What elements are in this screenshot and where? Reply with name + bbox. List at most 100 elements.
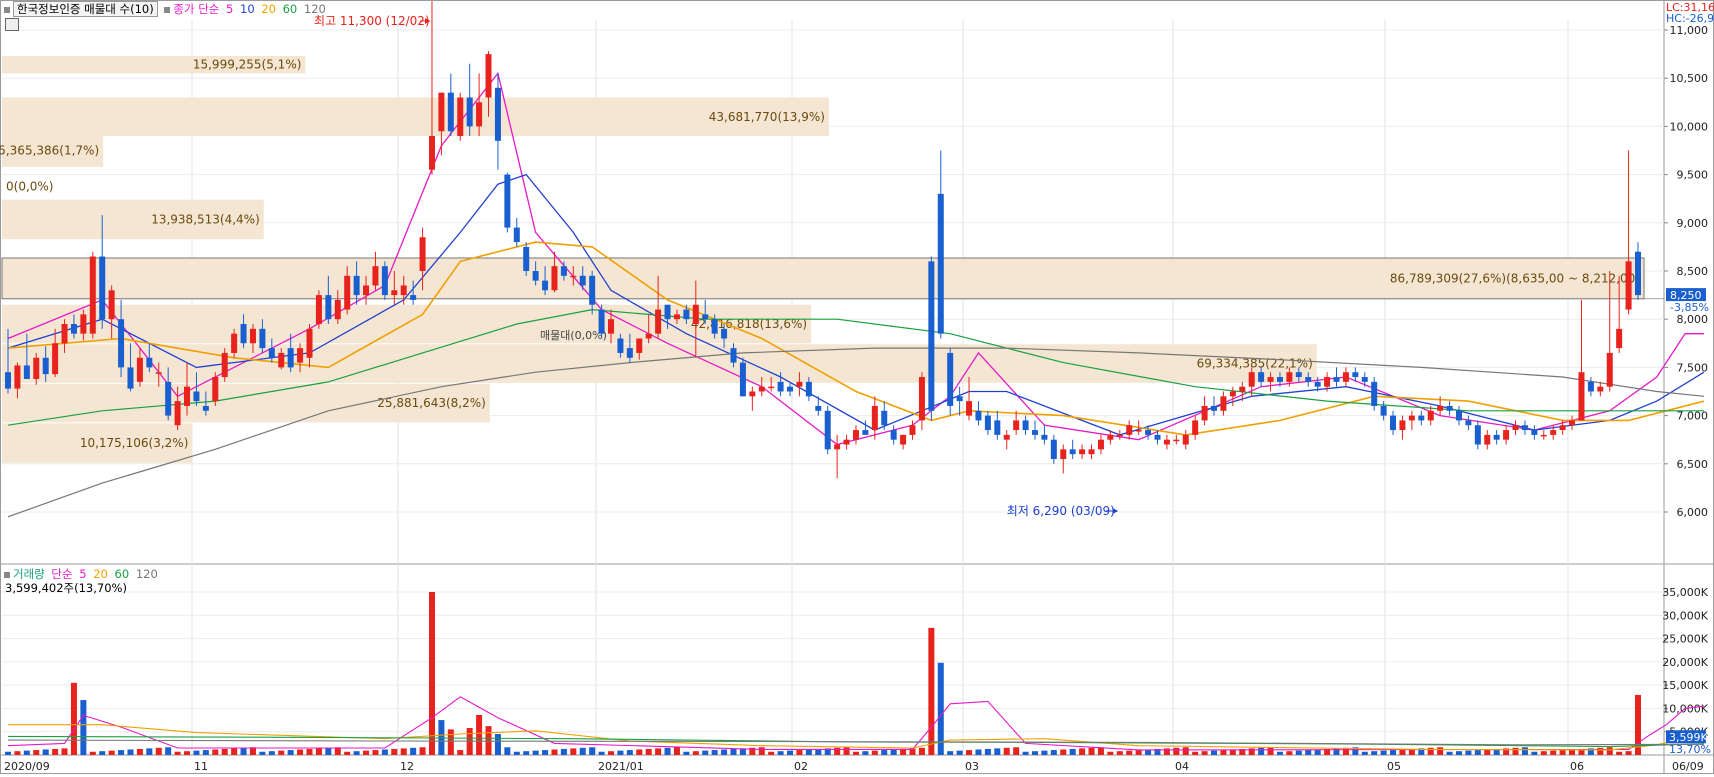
candle-body bbox=[608, 319, 615, 334]
volume-bar bbox=[617, 750, 624, 755]
candle-body bbox=[1324, 377, 1331, 387]
candle-body bbox=[155, 372, 162, 374]
volume-bar bbox=[994, 748, 1001, 755]
candle-body bbox=[711, 319, 718, 334]
volume-profile-label: 0(0,0%) bbox=[6, 180, 53, 194]
grid-toggle-icon[interactable] bbox=[5, 18, 19, 31]
candle-body bbox=[513, 227, 520, 243]
low-annotation: 최저 6,290 (03/09) bbox=[1007, 504, 1115, 518]
volume-bar bbox=[966, 750, 973, 755]
legend-ma20: 20 bbox=[261, 2, 276, 16]
candle-body bbox=[824, 410, 831, 450]
candle-body bbox=[852, 430, 859, 440]
volume-bar bbox=[1521, 747, 1528, 755]
volume-bar bbox=[1305, 750, 1312, 755]
volume-bar bbox=[297, 749, 304, 755]
candle-body bbox=[33, 357, 40, 379]
volume-bar bbox=[447, 729, 454, 755]
legend-ma120: 120 bbox=[303, 2, 326, 16]
volume-bar bbox=[692, 751, 699, 755]
volume-bar bbox=[805, 749, 812, 755]
candle-body bbox=[344, 275, 351, 310]
candle-body bbox=[664, 304, 671, 320]
candle-body bbox=[570, 275, 577, 278]
candle-body bbox=[1616, 328, 1623, 349]
volume-bar bbox=[146, 748, 153, 755]
low-arrow-head bbox=[1112, 508, 1118, 514]
volume-bar bbox=[259, 751, 266, 755]
candle-body bbox=[1597, 386, 1604, 392]
candle-body bbox=[947, 352, 954, 406]
candle-body bbox=[1192, 420, 1199, 435]
candle-body bbox=[1173, 439, 1180, 442]
candle-body bbox=[1559, 425, 1566, 431]
y-tick-label: 9,500 bbox=[1677, 169, 1709, 182]
vol-tick-label: 35,000K bbox=[1662, 586, 1708, 599]
volume-bar bbox=[410, 747, 417, 755]
volume-bar bbox=[118, 750, 125, 755]
candle-body bbox=[579, 275, 586, 286]
candle-body bbox=[1333, 377, 1340, 382]
candle-body bbox=[862, 430, 869, 435]
volume-bar bbox=[1050, 750, 1057, 755]
volume-bar bbox=[1314, 749, 1321, 755]
volume-bar bbox=[202, 750, 209, 755]
candle-body bbox=[768, 386, 775, 389]
candle-body bbox=[485, 54, 492, 98]
volume-bar bbox=[61, 748, 68, 755]
y-tick-label: 9,000 bbox=[1677, 217, 1709, 230]
volume-badge-pct: 13,70% bbox=[1669, 743, 1711, 756]
volume-label[interactable]: 거래량 bbox=[13, 567, 45, 581]
candle-body bbox=[353, 275, 360, 296]
candle-body bbox=[1267, 377, 1274, 382]
volume-bar bbox=[212, 749, 219, 755]
candle-body bbox=[1587, 381, 1594, 392]
volume-bar bbox=[1625, 751, 1632, 755]
legend-ma5: 5 bbox=[226, 2, 234, 16]
volume-bar bbox=[626, 750, 633, 755]
volume-bar bbox=[457, 750, 464, 755]
candle-body bbox=[221, 352, 228, 378]
candle-body bbox=[881, 410, 888, 426]
candle-body bbox=[900, 434, 907, 445]
volume-bar bbox=[23, 750, 30, 755]
candle-body bbox=[1079, 449, 1086, 455]
candle-body bbox=[1390, 415, 1397, 431]
volume-ma-label[interactable]: 단순 bbox=[51, 567, 72, 581]
stock-title[interactable]: 한국정보인증 매물대 수(10) bbox=[13, 1, 158, 17]
x-tick-label: 2020/09 bbox=[4, 760, 50, 773]
candle-body bbox=[363, 285, 370, 296]
volume-bar bbox=[1286, 751, 1293, 755]
candle-body bbox=[108, 290, 115, 320]
candle-body bbox=[278, 352, 285, 368]
y-tick-label: 8,500 bbox=[1677, 265, 1709, 278]
volume-current: 3,599,402주(13,70%) bbox=[5, 581, 127, 595]
candle-body bbox=[1550, 430, 1557, 435]
high-annotation: 최고 11,300 (12/02) bbox=[314, 14, 430, 28]
volume-bar bbox=[1211, 750, 1218, 755]
volume-bar bbox=[1126, 750, 1133, 755]
candle-body bbox=[23, 365, 30, 379]
volume-bar bbox=[673, 747, 680, 755]
candle-body bbox=[494, 87, 501, 141]
candle-body bbox=[1521, 425, 1528, 431]
candle-body bbox=[146, 357, 153, 368]
candle-body bbox=[1437, 405, 1444, 411]
volume-bar bbox=[551, 749, 558, 755]
y-tick-label: 6,000 bbox=[1677, 506, 1709, 519]
volume-bar bbox=[419, 747, 426, 755]
candle-body bbox=[692, 304, 699, 325]
volume-bar bbox=[5, 751, 11, 755]
volume-bar bbox=[711, 750, 718, 755]
volume-bar bbox=[485, 726, 492, 755]
volume-bar bbox=[730, 748, 737, 755]
volume-bar bbox=[956, 750, 963, 755]
volume-bar bbox=[381, 749, 388, 755]
price-legend-label[interactable]: 종가 단순 bbox=[173, 2, 219, 16]
volume-bar bbox=[852, 751, 859, 755]
volume-bar bbox=[871, 750, 878, 755]
candle-body bbox=[70, 324, 77, 334]
candle-body bbox=[909, 425, 916, 435]
volume-profile-bar bbox=[2, 344, 1317, 383]
volume-bar bbox=[174, 751, 181, 755]
